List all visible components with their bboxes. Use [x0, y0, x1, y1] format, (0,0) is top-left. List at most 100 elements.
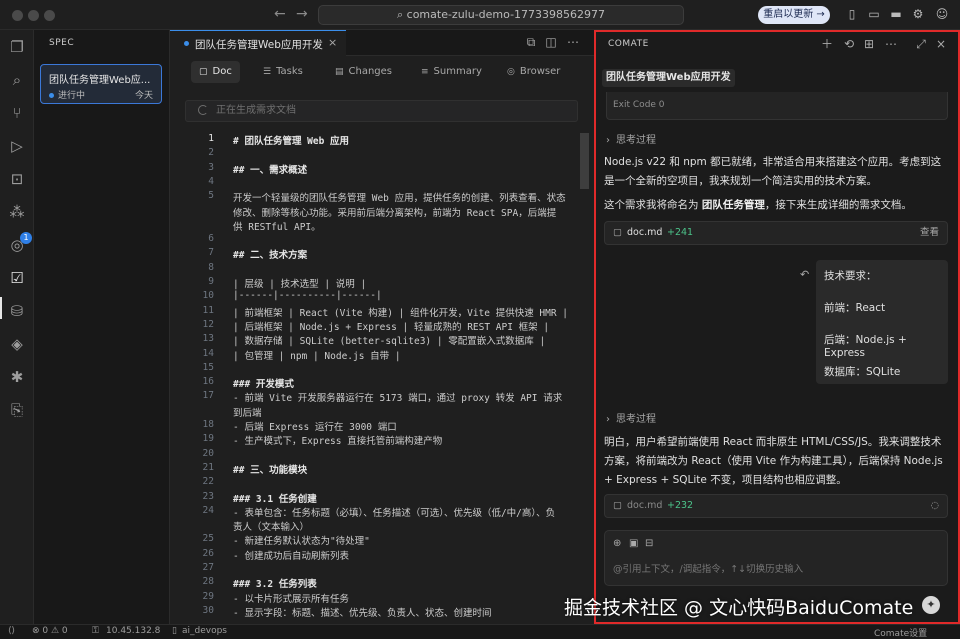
line-number: 13 — [202, 333, 214, 345]
problems-count[interactable]: ⊗ 0 ⚠ 0 — [32, 626, 68, 636]
conversation-title: 团队任务管理Web应用开发 — [602, 69, 735, 87]
line-number: 2 — [208, 147, 214, 159]
chat-input[interactable]: ⊕ ▣ ⊟ @引用上下文，/调起指令，↑↓切换历史输入 — [604, 530, 948, 586]
open-changes-icon[interactable]: ⧉ — [524, 35, 538, 49]
view-file-link[interactable]: 查看 — [920, 222, 939, 244]
branch-name[interactable]: ai_devops — [182, 626, 227, 636]
editor-tab[interactable]: 团队任务管理Web应用开发 × — [170, 30, 346, 56]
layout-icon[interactable]: ⊞ — [862, 37, 876, 51]
remote-explorer-icon[interactable]: ⊡ — [6, 168, 28, 190]
undo-icon[interactable]: ↶ — [800, 268, 809, 281]
split-editor-icon[interactable]: ◫ — [544, 35, 558, 49]
remote-host[interactable]: 10.45.132.8 — [106, 626, 160, 636]
line-number: 1 — [208, 133, 214, 144]
chat-panel-title: COMATE — [608, 39, 649, 49]
editor-scrollbar[interactable] — [580, 133, 589, 189]
line-number: 6 — [208, 233, 214, 245]
spec-card[interactable]: 团队任务管理Web应... 进行中 今天 — [40, 64, 162, 104]
template-icon[interactable]: ⊟ — [645, 538, 653, 549]
plugin-icon[interactable]: ⎘ — [6, 399, 28, 421]
line-number: 8 — [208, 261, 214, 273]
close-icon[interactable]: × — [328, 36, 337, 49]
spinner-icon — [198, 105, 208, 115]
tab-tasks-label: Tasks — [276, 66, 303, 77]
line-number: 10 — [202, 290, 214, 302]
extensions-icon[interactable]: ⁂ — [6, 201, 28, 223]
tab-summary[interactable]: ≡ Summary — [413, 61, 490, 83]
activity-bar: ❐ ⌕ ⑂ ▷ ⊡ ⁂ 1 ◎ ☑ ⛁ ◈ ✱ ⎘ — [0, 30, 34, 624]
code-line: |------|----------|------| — [233, 290, 382, 302]
restart-update-button[interactable]: 重启以更新 → — [758, 6, 830, 24]
code-line: - 表单包含：任务标题（必填）、任务描述（可选）、优先级（低/中/高）、负 — [233, 507, 556, 519]
layout-sidebar-icon[interactable]: ▯ — [845, 7, 859, 21]
msg2-bold: 团队任务管理 — [701, 199, 765, 211]
more-icon[interactable]: ⋯ — [884, 37, 898, 51]
code-line: 供 RESTful API。 — [233, 221, 321, 233]
file-icon: ▢ — [613, 500, 622, 511]
thinking-toggle[interactable]: 思考过程 — [606, 131, 656, 146]
back-arrow-icon[interactable]: ← — [274, 6, 286, 22]
paw-icon[interactable]: ✱ — [6, 366, 28, 388]
code-line: 开发一个轻量级的团队任务管理 Web 应用，提供任务的创建、列表查看、状态 — [233, 193, 566, 205]
file-change-chip[interactable]: ▢ doc.md +232 ◌ — [604, 494, 948, 518]
database-icon[interactable]: ⛁ — [6, 300, 28, 322]
window-zoom-button[interactable] — [44, 10, 55, 21]
view-tabs: ▢ Doc ☰ Tasks ▤ Changes ≡ Summary ◎ Browser — [170, 56, 594, 88]
user-message: 技术要求： 前端：React 后端：Node.js + Express 数据库：… — [816, 260, 948, 384]
line-number: 29 — [202, 590, 214, 602]
generating-status-bar: 正在生成需求文档 — [185, 100, 578, 122]
line-number: 12 — [202, 318, 214, 330]
line-number: 15 — [202, 361, 214, 373]
add-context-icon[interactable]: ⊕ — [613, 538, 621, 549]
tab-tasks[interactable]: ☰ Tasks — [255, 61, 311, 83]
command-search-box[interactable]: ⌕ comate-zulu-demo-1773398562977 — [318, 5, 684, 25]
settings-gear-icon[interactable]: ⚙ — [911, 7, 925, 21]
account-icon[interactable]: ☺ — [935, 7, 949, 21]
explorer-icon[interactable]: ❐ — [6, 36, 28, 58]
layout-panel-icon[interactable]: ▭ — [867, 7, 881, 21]
image-icon[interactable]: ▣ — [629, 538, 638, 549]
summary-icon: ≡ — [421, 67, 429, 77]
line-number: 20 — [202, 447, 214, 459]
spec-checklist-icon[interactable]: ☑ — [6, 267, 28, 289]
code-line: ### 3.1 任务创建 — [233, 493, 317, 505]
layers-icon[interactable]: ◈ — [6, 333, 28, 355]
assistant-message-3: 明白，用户希望前端使用 React 而非原生 HTML/CSS/JS。我来调整技… — [604, 436, 943, 486]
code-line: | 包管理 | npm | Node.js 自带 | — [233, 350, 401, 362]
browser-icon[interactable]: ◎ — [6, 234, 28, 256]
editor-tab-bar: 团队任务管理Web应用开发 × ⧉ ◫ ⋯ — [170, 30, 594, 56]
file-diff: +241 — [667, 227, 694, 238]
code-view[interactable]: 1 # 团队任务管理 Web 应用 2 3 ## 一、需求概述 4 5 开发一个轻量级的团队任… — [170, 133, 594, 623]
layout-bottom-icon[interactable]: ▬ — [889, 7, 903, 21]
code-line: ### 3.2 任务列表 — [233, 579, 317, 591]
tab-doc[interactable]: ▢ Doc — [191, 61, 240, 83]
status-bar: ⟨⟩ ⊗ 0 ⚠ 0 ⚿ 10.45.132.8 ▯ ai_devops Com… — [0, 624, 960, 639]
changes-icon: ▤ — [335, 67, 344, 77]
close-panel-icon[interactable]: × — [934, 37, 948, 51]
thinking-toggle[interactable]: 思考过程 — [606, 410, 656, 425]
history-icon[interactable]: ⟲ — [842, 37, 856, 51]
line-number: 24 — [202, 504, 214, 516]
exit-code-box: Exit Code 0 — [606, 92, 948, 120]
new-chat-icon[interactable]: ＋ — [820, 37, 834, 51]
window-minimize-button[interactable] — [28, 10, 39, 21]
assistant-message-1: Node.js v22 和 npm 都已就绪，非常适合用来搭建这个应用。考虑到这… — [604, 156, 942, 187]
tab-browser[interactable]: ◎ Browser — [499, 61, 568, 83]
forward-arrow-icon[interactable]: → — [296, 6, 308, 22]
search-icon[interactable]: ⌕ — [6, 69, 28, 91]
code-line: - 前端 Vite 开发服务器运行在 5173 端口，通过 proxy 转发 A… — [233, 393, 563, 405]
maximize-icon[interactable]: ⤢ — [914, 37, 928, 51]
spec-card-name: 团队任务管理Web应... — [49, 75, 151, 86]
code-line: # 团队任务管理 Web 应用 — [233, 136, 350, 147]
source-control-icon[interactable]: ⑂ — [6, 102, 28, 124]
search-icon: ⌕ — [396, 8, 407, 21]
tab-changes[interactable]: ▤ Changes — [327, 61, 400, 83]
run-debug-icon[interactable]: ▷ — [6, 135, 28, 157]
comate-settings[interactable]: Comate设置 — [874, 626, 927, 639]
window-close-button[interactable] — [12, 10, 23, 21]
more-actions-icon[interactable]: ⋯ — [566, 35, 580, 49]
remote-icon[interactable]: ⟨⟩ — [8, 626, 15, 636]
line-number: 17 — [202, 390, 214, 402]
line-number: 27 — [202, 562, 214, 573]
file-change-chip[interactable]: ▢ doc.md +241 查看 — [604, 221, 948, 245]
